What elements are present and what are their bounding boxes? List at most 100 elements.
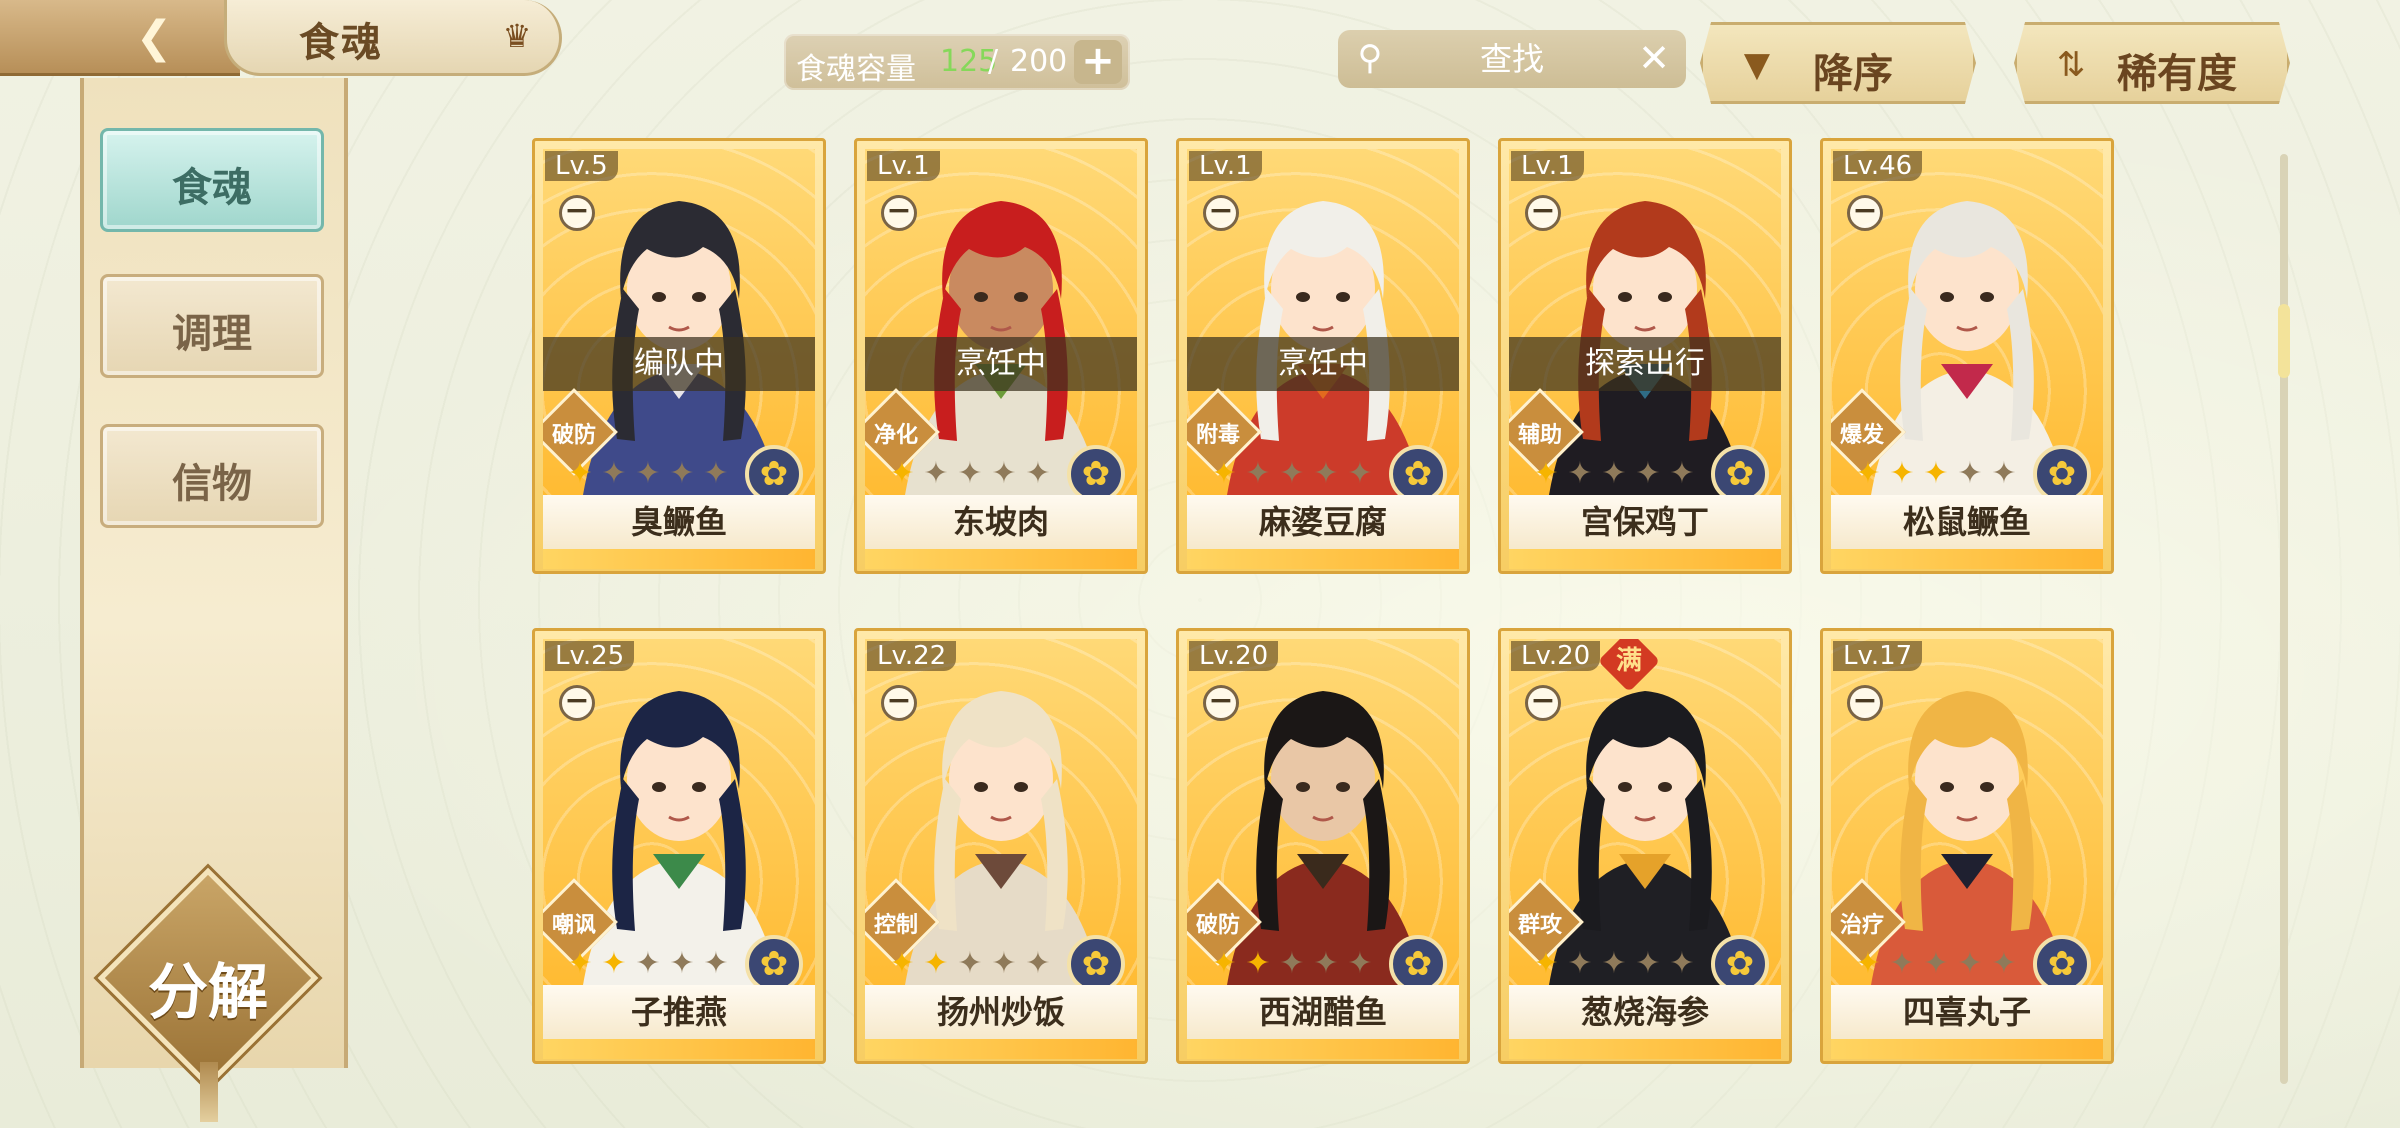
scrollbar-track[interactable] bbox=[2280, 154, 2288, 1084]
sidebar-tab-shihun[interactable]: 食魂 bbox=[100, 128, 324, 232]
food-soul-card[interactable]: Lv.1 − 烹饪中 净化 ✦ ✦ ✦ ✦ ✦ ✿ 东坡肉 bbox=[854, 138, 1148, 574]
food-soul-card[interactable]: Lv.25 − 嘲讽 ✦ ✦ ✦ ✦ ✦ ✿ 子推燕 bbox=[532, 628, 826, 1064]
crescent-gray-icon: ✦ bbox=[1601, 456, 1627, 491]
character-portrait: Lv.17 − 治疗 ✦ ✦ ✦ ✦ ✦ ✿ bbox=[1831, 639, 2103, 985]
level-label: Lv.1 bbox=[1189, 151, 1262, 181]
minus-icon[interactable]: − bbox=[1525, 685, 1561, 721]
star-rating: ✦ ✦ ✦ ✦ ✦ bbox=[1853, 947, 2019, 983]
title-tab: 食魂 ♛ bbox=[224, 0, 562, 76]
capacity-add-button[interactable]: + bbox=[1074, 40, 1122, 84]
crescent-gold-icon: ✦ bbox=[1211, 456, 1237, 491]
crescent-gray-icon: ✦ bbox=[1245, 456, 1271, 491]
crescent-gray-icon: ✦ bbox=[1991, 946, 2017, 981]
role-label: 群攻 bbox=[1517, 913, 1562, 938]
character-name: 东坡肉 bbox=[865, 495, 1137, 549]
character-name: 葱烧海参 bbox=[1509, 985, 1781, 1039]
crescent-gray-icon: ✦ bbox=[1957, 946, 1983, 981]
card-footer bbox=[543, 1039, 815, 1059]
minus-icon[interactable]: − bbox=[1847, 685, 1883, 721]
flower-element-icon: ✿ bbox=[1067, 935, 1125, 985]
crescent-gray-icon: ✦ bbox=[1313, 946, 1339, 981]
food-soul-card[interactable]: Lv.22 − 控制 ✦ ✦ ✦ ✦ ✦ ✿ 扬州炒饭 bbox=[854, 628, 1148, 1064]
star-rating: ✦ ✦ ✦ ✦ ✦ bbox=[1209, 947, 1375, 983]
crescent-gray-icon: ✦ bbox=[1923, 946, 1949, 981]
sort-rarity-button[interactable]: ⇅ 稀有度 bbox=[2014, 22, 2290, 104]
minus-icon[interactable]: − bbox=[881, 685, 917, 721]
character-name: 臭鳜鱼 bbox=[543, 495, 815, 549]
star-rating: ✦ ✦ ✦ ✦ ✦ bbox=[1531, 457, 1697, 493]
card-footer bbox=[1831, 549, 2103, 569]
decompose-label: 分解 bbox=[148, 958, 268, 1028]
level-label: Lv.25 bbox=[545, 641, 635, 671]
role-label: 净化 bbox=[873, 423, 918, 448]
food-soul-card[interactable]: Lv.5 − 编队中 破防 ✦ ✦ ✦ ✦ ✦ ✿ 臭鳜鱼 bbox=[532, 138, 826, 574]
level-label: Lv.1 bbox=[867, 151, 940, 181]
star-rating: ✦ ✦ ✦ ✦ ✦ bbox=[1853, 457, 2019, 493]
search-input[interactable] bbox=[1398, 36, 1626, 82]
minus-icon[interactable]: − bbox=[559, 195, 595, 231]
crescent-gray-icon: ✦ bbox=[1669, 456, 1695, 491]
flower-element-icon: ✿ bbox=[2033, 935, 2091, 985]
role-label: 爆发 bbox=[1839, 423, 1884, 448]
minus-icon[interactable]: − bbox=[881, 195, 917, 231]
crescent-gray-icon: ✦ bbox=[669, 946, 695, 981]
card-footer bbox=[865, 549, 1137, 569]
minus-icon[interactable]: − bbox=[1847, 195, 1883, 231]
crescent-gray-icon: ✦ bbox=[635, 456, 661, 491]
card-footer bbox=[1187, 1039, 1459, 1059]
minus-icon[interactable]: − bbox=[559, 685, 595, 721]
star-rating: ✦ ✦ ✦ ✦ ✦ bbox=[1209, 457, 1375, 493]
crescent-gray-icon: ✦ bbox=[1567, 456, 1593, 491]
crescent-gray-icon: ✦ bbox=[601, 456, 627, 491]
top-left-header: ❮ 食魂 ♛ bbox=[0, 0, 562, 78]
character-name: 扬州炒饭 bbox=[865, 985, 1137, 1039]
star-rating: ✦ ✦ ✦ ✦ ✦ bbox=[1531, 947, 1697, 983]
back-button[interactable]: ❮ bbox=[0, 0, 240, 76]
minus-icon[interactable]: − bbox=[1525, 195, 1561, 231]
minus-icon[interactable]: − bbox=[1203, 195, 1239, 231]
level-label: Lv.22 bbox=[867, 641, 957, 671]
card-footer bbox=[1509, 1039, 1781, 1059]
food-soul-card[interactable]: Lv.1 − 烹饪中 附毒 ✦ ✦ ✦ ✦ ✦ ✿ 麻婆豆腐 bbox=[1176, 138, 1470, 574]
flower-element-icon: ✿ bbox=[1389, 935, 1447, 985]
sidebar-tab-xinwu[interactable]: 信物 bbox=[100, 424, 324, 528]
crescent-gray-icon: ✦ bbox=[1025, 456, 1051, 491]
character-portrait: Lv.22 − 控制 ✦ ✦ ✦ ✦ ✦ ✿ bbox=[865, 639, 1137, 985]
star-rating: ✦ ✦ ✦ ✦ ✦ bbox=[565, 947, 731, 983]
card-footer bbox=[865, 1039, 1137, 1059]
crescent-gray-icon: ✦ bbox=[1025, 946, 1051, 981]
status-banner: 编队中 bbox=[543, 337, 815, 391]
search-icon: ⚲ bbox=[1357, 38, 1383, 78]
swap-icon: ⇅ bbox=[2056, 45, 2086, 85]
role-label: 控制 bbox=[873, 913, 918, 938]
crescent-gray-icon: ✦ bbox=[991, 946, 1017, 981]
flower-element-icon: ✿ bbox=[745, 935, 803, 985]
role-label: 治疗 bbox=[1839, 913, 1884, 938]
crescent-gray-icon: ✦ bbox=[957, 946, 983, 981]
food-soul-card[interactable]: Lv.1 − 探索出行 辅助 ✦ ✦ ✦ ✦ ✦ ✿ 宫保鸡丁 bbox=[1498, 138, 1792, 574]
flower-element-icon: ✿ bbox=[1711, 445, 1769, 495]
level-label: Lv.20 bbox=[1189, 641, 1279, 671]
sort-descending-button[interactable]: ▼ 降序 bbox=[1700, 22, 1976, 104]
status-banner: 烹饪中 bbox=[865, 337, 1137, 391]
sidebar-tab-label: 信物 bbox=[172, 460, 252, 507]
crown-icon[interactable]: ♛ bbox=[495, 16, 539, 56]
food-soul-card[interactable]: Lv.46 − 爆发 ✦ ✦ ✦ ✦ ✦ ✿ 松鼠鳜鱼 bbox=[1820, 138, 2114, 574]
food-soul-card[interactable]: Lv.20 − 破防 ✦ ✦ ✦ ✦ ✦ ✿ 西湖醋鱼 bbox=[1176, 628, 1470, 1064]
crescent-gold-icon: ✦ bbox=[1923, 456, 1949, 491]
crescent-gold-icon: ✦ bbox=[1533, 456, 1559, 491]
food-soul-card[interactable]: Lv.20 − 满 群攻 ✦ ✦ ✦ ✦ ✦ ✿ 葱烧海参 bbox=[1498, 628, 1792, 1064]
crescent-gold-icon: ✦ bbox=[601, 946, 627, 981]
crescent-gray-icon: ✦ bbox=[1635, 946, 1661, 981]
food-soul-card[interactable]: Lv.17 − 治疗 ✦ ✦ ✦ ✦ ✦ ✿ 四喜丸子 bbox=[1820, 628, 2114, 1064]
crescent-gold-icon: ✦ bbox=[1889, 456, 1915, 491]
crescent-gray-icon: ✦ bbox=[1601, 946, 1627, 981]
minus-icon[interactable]: − bbox=[1203, 685, 1239, 721]
card-footer bbox=[1187, 549, 1459, 569]
sidebar-tab-tiaoli[interactable]: 调理 bbox=[100, 274, 324, 378]
capacity-indicator: 食魂容量 125 / 200 + bbox=[784, 34, 1130, 90]
clear-icon[interactable]: ✕ bbox=[1634, 34, 1674, 82]
scrollbar-thumb[interactable] bbox=[2278, 304, 2290, 378]
role-label: 附毒 bbox=[1195, 423, 1240, 448]
back-arrow-icon: ❮ bbox=[135, 12, 173, 63]
